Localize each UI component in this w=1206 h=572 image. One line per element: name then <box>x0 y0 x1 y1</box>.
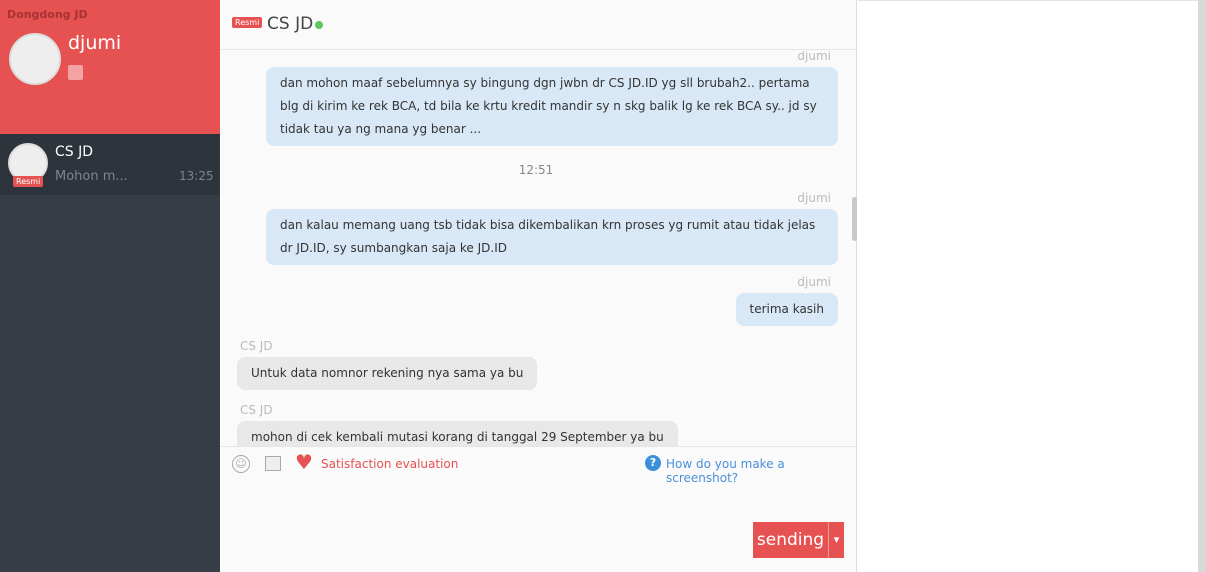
message-bubble: Untuk data nomnor rekening nya sama ya b… <box>237 357 538 390</box>
avatar[interactable] <box>9 33 61 85</box>
conversation-item[interactable]: Resmi CS JD Mohon m... 13:25 <box>0 134 220 195</box>
message-bubble: mohon di cek kembali mutasi korang di ta… <box>237 421 678 446</box>
send-options-dropdown[interactable]: ▾ <box>829 522 844 558</box>
online-status-icon <box>315 21 323 29</box>
message-sender: djumi <box>797 51 831 63</box>
heart-icon[interactable]: ♥ <box>295 450 313 474</box>
message-sender: CS JD <box>240 403 273 417</box>
message-time: 12:51 <box>518 163 554 177</box>
send-button[interactable]: sending <box>753 522 829 558</box>
satisfaction-evaluation-link[interactable]: Satisfaction evaluation <box>321 457 458 471</box>
chat-title: CS JD <box>267 14 314 34</box>
conversation-time: 13:25 <box>179 169 214 183</box>
message-sender: CS JD <box>240 339 273 353</box>
message-list[interactable]: djumi dan mohon maaf sebelumnya sy bingu… <box>221 51 857 446</box>
message-bubble: dan mohon maaf sebelumnya sy bingung dgn… <box>266 67 838 146</box>
screenshot-help-link[interactable]: How do you make a screenshot? <box>666 457 857 485</box>
image-icon[interactable] <box>265 456 281 471</box>
chat-header: Resmi CS JD <box>221 0 856 50</box>
official-badge: Resmi <box>13 176 44 187</box>
conversation-preview: Mohon m... <box>55 169 128 184</box>
window-edge <box>1198 0 1206 572</box>
chat-panel: Resmi CS JD djumi dan mohon maaf sebelum… <box>221 0 857 572</box>
send-button-group: sending ▾ <box>753 522 844 558</box>
message-sender: djumi <box>797 275 831 289</box>
help-icon[interactable]: ? <box>645 455 661 471</box>
profile-panel: Dongdong JD djumi <box>0 0 220 134</box>
emoji-icon[interactable]: ☺ <box>232 455 250 473</box>
sidebar: Dongdong JD djumi Resmi CS JD Mohon m...… <box>0 0 220 572</box>
conversation-name: CS JD <box>55 144 94 160</box>
message-bubble: terima kasih <box>735 293 838 326</box>
user-card-icon[interactable] <box>68 65 83 80</box>
scrollbar[interactable] <box>852 197 857 241</box>
message-sender: djumi <box>797 191 831 205</box>
message-bubble: dan kalau memang uang tsb tidak bisa dik… <box>266 209 838 265</box>
info-panel <box>858 0 1198 572</box>
app-name: Dongdong JD <box>7 8 88 21</box>
official-badge: Resmi <box>232 17 263 28</box>
user-name: djumi <box>68 32 122 54</box>
